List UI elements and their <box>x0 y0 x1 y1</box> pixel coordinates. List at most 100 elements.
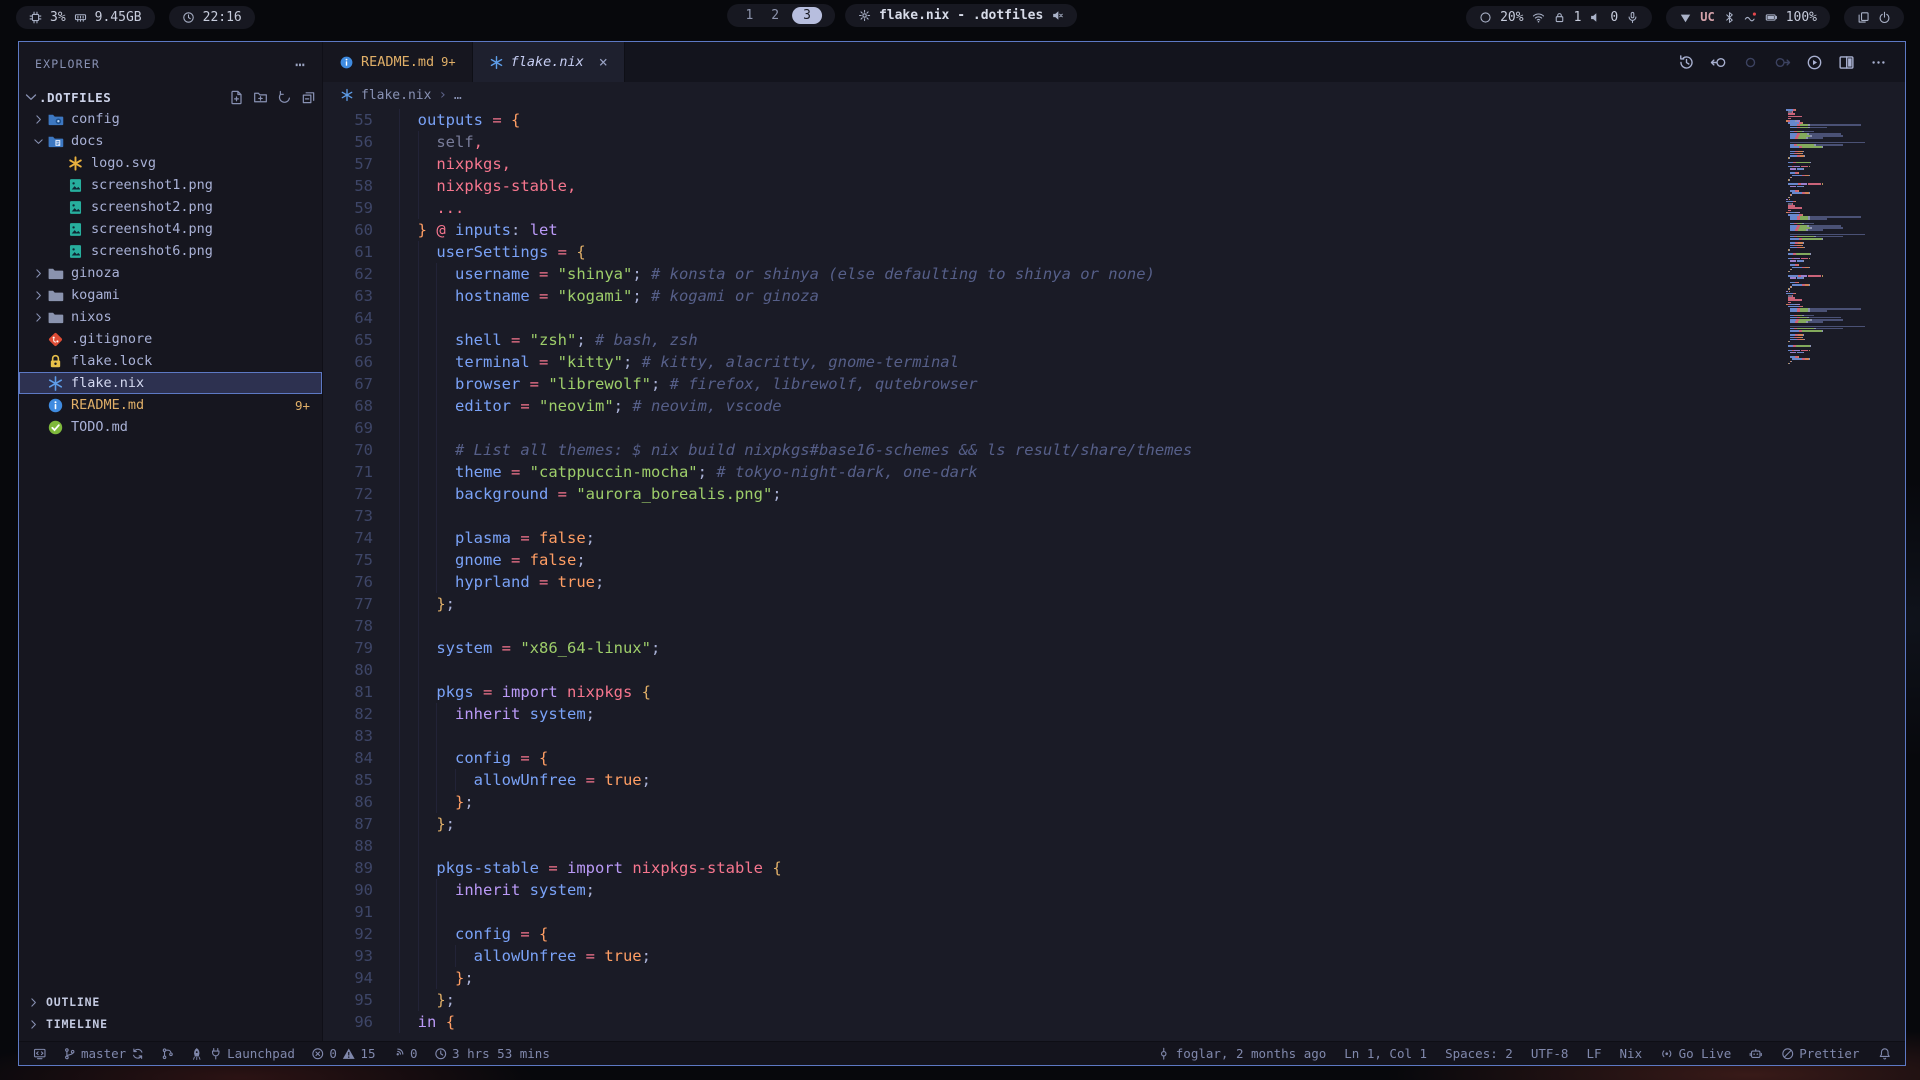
code-line-69[interactable]: 69 <box>323 417 1781 439</box>
run-file-icon[interactable] <box>1806 54 1823 71</box>
split-editor-icon[interactable] <box>1838 54 1855 71</box>
tree-item-screenshot2.png[interactable]: screenshot2.png <box>19 196 322 218</box>
indentation[interactable]: Spaces: 2 <box>1445 1046 1513 1061</box>
tree-item-ginoza[interactable]: ginoza <box>19 262 322 284</box>
explorer-more-icon[interactable]: ⋯ <box>295 55 306 74</box>
code-line-64[interactable]: 64 <box>323 307 1781 329</box>
nav-neutral-icon[interactable] <box>1742 54 1759 71</box>
tray-pill[interactable]: UC100% <box>1666 6 1830 29</box>
code-line-81[interactable]: 81 pkgs = import nixpkgs { <box>323 681 1781 703</box>
code-line-79[interactable]: 79 system = "x86_64-linux"; <box>323 637 1781 659</box>
git-branch[interactable]: master <box>63 1046 145 1061</box>
code-line-93[interactable]: 93 allowUnfree = true; <box>323 945 1781 967</box>
code-line-76[interactable]: 76 hyprland = true; <box>323 571 1781 593</box>
code-line-91[interactable]: 91 <box>323 901 1781 923</box>
code-line-82[interactable]: 82 inherit system; <box>323 703 1781 725</box>
code-line-77[interactable]: 77 }; <box>323 593 1781 615</box>
git-blame[interactable]: foglar, 2 months ago <box>1157 1046 1326 1061</box>
code-line-84[interactable]: 84 config = { <box>323 747 1781 769</box>
session-pill[interactable] <box>1844 6 1904 29</box>
launchpad[interactable]: Launchpad <box>190 1046 295 1061</box>
tree-item-screenshot4.png[interactable]: screenshot4.png <box>19 218 322 240</box>
ports[interactable]: 0 <box>391 1046 417 1061</box>
tree-item-screenshot1.png[interactable]: screenshot1.png <box>19 174 322 196</box>
timeline-history-icon[interactable] <box>1678 54 1695 71</box>
notifications[interactable] <box>1878 1046 1892 1061</box>
tree-item-flake.nix[interactable]: flake.nix <box>19 372 322 394</box>
code-line-83[interactable]: 83 <box>323 725 1781 747</box>
code-line-72[interactable]: 72 background = "aurora_borealis.png"; <box>323 483 1781 505</box>
tree-item-README.md[interactable]: README.md9+ <box>19 394 322 416</box>
problems[interactable]: 015 <box>311 1046 376 1061</box>
code-line-66[interactable]: 66 terminal = "kitty"; # kitty, alacritt… <box>323 351 1781 373</box>
code-line-85[interactable]: 85 allowUnfree = true; <box>323 769 1781 791</box>
breadcrumb-more[interactable]: … <box>454 88 462 103</box>
tree-item-nixos[interactable]: nixos <box>19 306 322 328</box>
code-line-86[interactable]: 86 }; <box>323 791 1781 813</box>
code-line-75[interactable]: 75 gnome = false; <box>323 549 1781 571</box>
workspace-1[interactable]: 1 <box>740 8 758 23</box>
code-line-59[interactable]: 59 ... <box>323 197 1781 219</box>
git-graph[interactable] <box>161 1046 175 1061</box>
workspace-2[interactable]: 2 <box>766 8 784 23</box>
code-line-55[interactable]: 55 outputs = { <box>323 109 1781 131</box>
tree-item-logo.svg[interactable]: logo.svg <box>19 152 322 174</box>
code-line-61[interactable]: 61 userSettings = { <box>323 241 1781 263</box>
code-line-90[interactable]: 90 inherit system; <box>323 879 1781 901</box>
minimap[interactable] <box>1781 108 1905 1041</box>
code-line-74[interactable]: 74 plasma = false; <box>323 527 1781 549</box>
remote-indicator[interactable] <box>33 1046 47 1061</box>
code-line-65[interactable]: 65 shell = "zsh"; # bash, zsh <box>323 329 1781 351</box>
tree-item-flake.lock[interactable]: flake.lock <box>19 350 322 372</box>
nav-forward-icon[interactable] <box>1774 54 1791 71</box>
indicators-pill[interactable]: 20%10 <box>1466 6 1652 29</box>
code-line-68[interactable]: 68 editor = "neovim"; # neovim, vscode <box>323 395 1781 417</box>
code-line-94[interactable]: 94 }; <box>323 967 1781 989</box>
code-line-70[interactable]: 70 # List all themes: $ nix build nixpkg… <box>323 439 1781 461</box>
more-actions-icon[interactable] <box>1870 54 1887 71</box>
eol[interactable]: LF <box>1586 1046 1601 1061</box>
code-line-73[interactable]: 73 <box>323 505 1781 527</box>
new-folder-icon[interactable] <box>253 90 268 105</box>
tree-item-docs[interactable]: docs <box>19 130 322 152</box>
close-tab-icon[interactable]: × <box>599 55 608 70</box>
tree-item-config[interactable]: config <box>19 108 322 130</box>
code-line-58[interactable]: 58 nixpkgs-stable, <box>323 175 1781 197</box>
code-line-67[interactable]: 67 browser = "librewolf"; # firefox, lib… <box>323 373 1781 395</box>
clock-pill[interactable]: 22:16 <box>169 6 255 29</box>
tree-item-TODO.md[interactable]: TODO.md <box>19 416 322 438</box>
prettier[interactable]: Prettier <box>1781 1046 1860 1061</box>
code-line-78[interactable]: 78 <box>323 615 1781 637</box>
new-file-icon[interactable] <box>229 90 244 105</box>
collapse-folders-icon[interactable] <box>301 90 316 105</box>
workspaces-pill[interactable]: 123 <box>727 4 834 27</box>
breadcrumb-file[interactable]: flake.nix <box>361 88 431 103</box>
code-line-95[interactable]: 95 }; <box>323 989 1781 1011</box>
language-mode[interactable]: Nix <box>1620 1046 1643 1061</box>
code-line-96[interactable]: 96 in { <box>323 1011 1781 1033</box>
nav-back-icon[interactable] <box>1710 54 1727 71</box>
code-editor[interactable]: 55 outputs = {56 self,57 nixpkgs,58 nixp… <box>323 108 1781 1041</box>
tab-flake.nix[interactable]: flake.nix× <box>473 42 625 82</box>
code-line-92[interactable]: 92 config = { <box>323 923 1781 945</box>
wakatime[interactable]: 3 hrs 53 mins <box>434 1046 550 1061</box>
refresh-explorer-icon[interactable] <box>277 90 292 105</box>
code-line-62[interactable]: 62 username = "shinya"; # konsta or shin… <box>323 263 1781 285</box>
encoding[interactable]: UTF-8 <box>1531 1046 1569 1061</box>
timeline-panel[interactable]: TIMELINE <box>19 1013 322 1035</box>
code-line-57[interactable]: 57 nixpkgs, <box>323 153 1781 175</box>
code-line-88[interactable]: 88 <box>323 835 1781 857</box>
code-line-63[interactable]: 63 hostname = "kogami"; # kogami or gino… <box>323 285 1781 307</box>
copilot[interactable] <box>1749 1046 1763 1061</box>
code-line-89[interactable]: 89 pkgs-stable = import nixpkgs-stable { <box>323 857 1781 879</box>
code-line-87[interactable]: 87 }; <box>323 813 1781 835</box>
code-line-60[interactable]: 60 } @ inputs: let <box>323 219 1781 241</box>
cursor-position[interactable]: Ln 1, Col 1 <box>1344 1046 1427 1061</box>
tree-item-screenshot6.png[interactable]: screenshot6.png <box>19 240 322 262</box>
workspace-section-row[interactable]: .DOTFILES <box>19 86 322 108</box>
workspace-3[interactable]: 3 <box>792 7 822 24</box>
tree-item-.gitignore[interactable]: .gitignore <box>19 328 322 350</box>
code-line-80[interactable]: 80 <box>323 659 1781 681</box>
code-line-56[interactable]: 56 self, <box>323 131 1781 153</box>
system-stats-pill[interactable]: 3%9.45GB <box>16 6 155 29</box>
